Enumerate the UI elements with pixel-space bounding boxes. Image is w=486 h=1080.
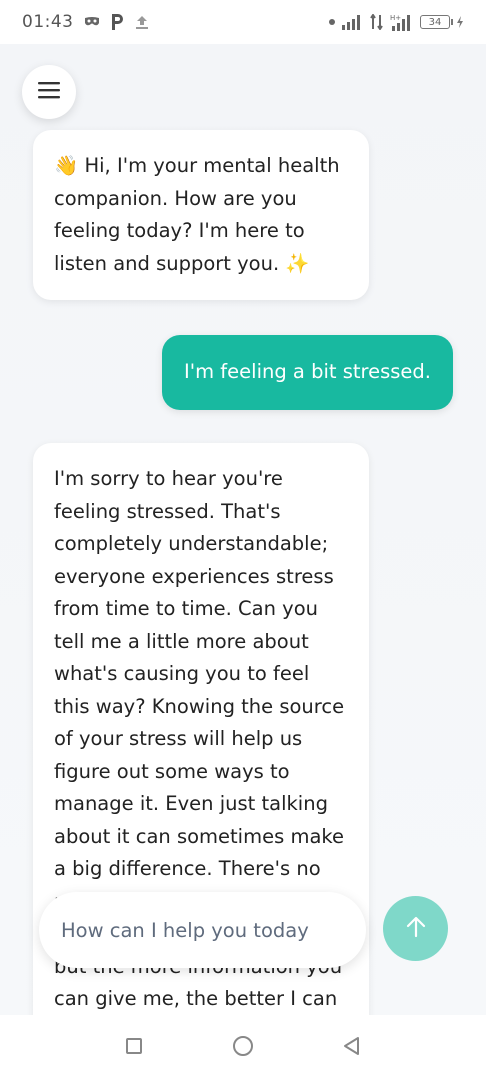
p-icon [110,13,124,31]
chat-area: 👋 Hi, I'm your mental health companion. … [0,44,486,1015]
message-text: I'm feeling a bit stressed. [183,360,431,384]
assistant-message: 👋 Hi, I'm your mental health companion. … [33,130,369,300]
status-time: 01:43 [22,12,74,32]
message-input-container [39,892,366,968]
recents-square-icon [125,1037,143,1059]
data-arrows-icon [370,14,384,30]
dot-icon [328,18,336,26]
home-button[interactable] [223,1028,263,1068]
status-bar: 01:43 H+ 34 [0,0,486,44]
status-left: 01:43 [22,12,150,32]
status-right: H+ 34 [328,13,464,31]
charging-icon [456,16,464,28]
hamburger-menu-icon [38,81,60,103]
system-nav-bar [0,1015,486,1080]
message-text: 👋 Hi, I'm your mental health companion. … [54,154,340,275]
recents-button[interactable] [114,1028,154,1068]
signal-icon [342,14,364,30]
send-button[interactable] [383,896,448,961]
back-triangle-icon [342,1036,362,1060]
arrow-up-icon [405,916,427,942]
mask-icon [84,16,100,28]
battery-icon: 34 [420,15,453,29]
svg-text:H+: H+ [390,14,401,22]
hd-signal-icon: H+ [390,13,414,31]
upload-icon [134,14,150,30]
message-input[interactable] [61,918,344,942]
user-message: I'm feeling a bit stressed. [161,335,453,410]
menu-button[interactable] [22,65,76,119]
home-circle-icon [232,1035,254,1061]
back-button[interactable] [332,1028,372,1068]
